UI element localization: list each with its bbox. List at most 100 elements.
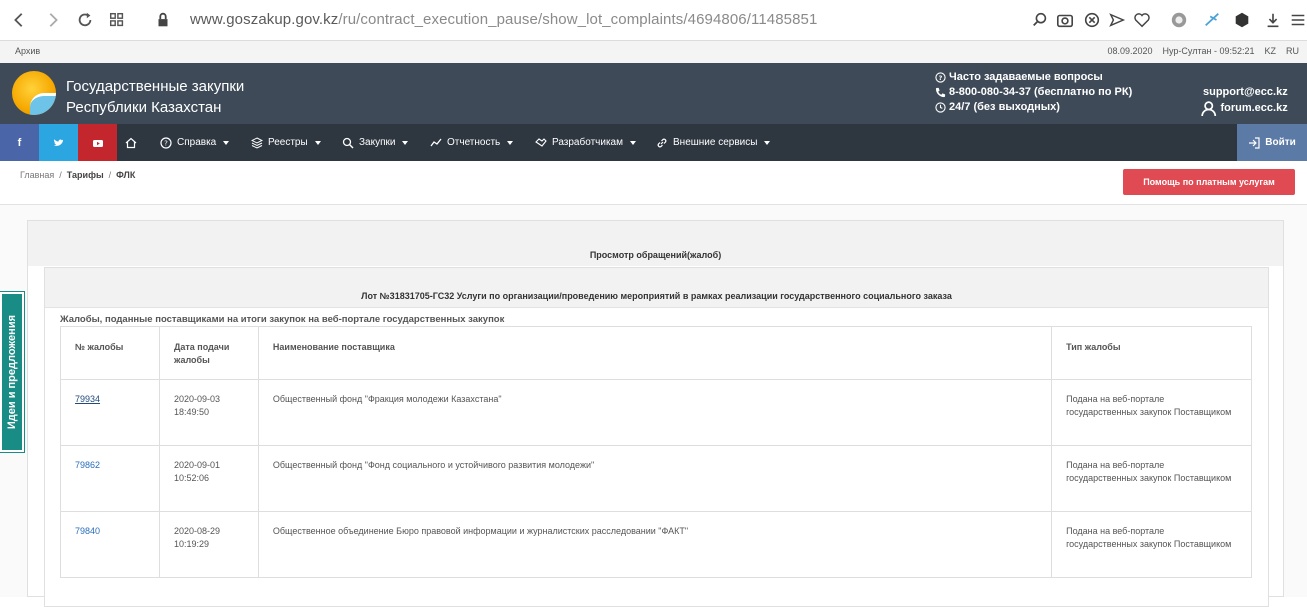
lock-icon [152,9,174,31]
forward-icon[interactable] [42,9,64,31]
back-icon[interactable] [8,9,30,31]
contacts-block: ? Часто задаваемые вопросы 8-800-080-34-3… [935,70,1132,115]
caret-down-icon [223,140,230,145]
lot-title: Лот №31831705-ГС32 Услуги по организации… [45,268,1268,308]
ideas-feedback-tab[interactable]: Идеи и предложения [0,292,24,452]
tabs-grid-icon[interactable] [106,9,128,31]
forum-link[interactable]: forum.ecc.kz [1220,101,1287,116]
col-header-supplier: Наименование поставщика [257,326,1053,380]
complaint-type: Подана на веб-портале государственных за… [1051,379,1252,446]
handshake-icon [535,137,547,147]
table-row: 79934 2020-09-03 18:49:50 Общественный фо… [60,379,1252,446]
layers-icon [251,136,263,149]
heart-icon[interactable] [1133,11,1151,29]
top-info-strip: Архив 08.09.2020 Нур-Султан - 09:52:21 K… [0,41,1307,63]
site-title-line2: Республики Казахстан [66,99,222,116]
send-icon[interactable] [1108,11,1126,29]
city-time: Нур-Султан - 09:52:21 [1162,46,1255,56]
complaint-time: 10:19:29 [173,539,209,549]
archive-link[interactable]: Архив [15,46,40,56]
caret-down-icon [314,140,321,145]
site-header: Государственные закупки Республики Казах… [0,63,1307,124]
nav-label: Внешние сервисы [673,137,758,148]
breadcrumb-flk: ФЛК [116,170,136,180]
complaint-number-link[interactable]: 79934 [75,394,100,404]
nav-label: Справка [177,137,217,148]
site-title[interactable]: Государственные закупки Республики Казах… [66,76,244,118]
supplier-name: Общественный фонд "Фракция молодежи Каза… [257,379,1053,446]
complaint-type: Подана на веб-портале государственных за… [1051,445,1252,512]
col-header-date: Дата подачи жалобы [158,326,259,380]
main-navbar: f ? Справка Реестры Закупки Отчетность Р… [0,124,1307,161]
table-row: 79862 2020-09-01 10:52:06 Общественный фо… [60,445,1252,512]
table-header-row: № жалобы Дата подачи жалобы Наименование… [60,326,1252,380]
sign-in-icon [1249,136,1260,149]
site-logo[interactable] [12,71,56,115]
camera-icon[interactable] [1056,11,1074,29]
caret-down-icon [402,140,409,145]
support-hours: 24/7 (без выходных) [949,101,1060,113]
phone-number: 8-800-080-34-37 (бесплатно по РК) [949,86,1133,98]
user-icon [1201,101,1217,117]
login-button[interactable]: Войти [1237,124,1307,161]
complaints-panel: Просмотр обращений(жалоб) Лот №31831705-… [27,220,1284,607]
menu-icon[interactable] [1289,11,1307,29]
site-title-line1: Государственные закупки [66,78,245,95]
nav-zakupki[interactable]: Закупки [342,124,409,161]
faq-link[interactable]: Часто задаваемые вопросы [949,70,1103,85]
url-path: /ru/contract_execution_pause/show_lot_co… [338,11,818,28]
line-chart-icon [430,138,442,146]
zoom-icon[interactable] [1031,11,1049,29]
nav-label: Отчетность [447,137,501,148]
caret-down-icon [764,140,771,145]
nav-spravka[interactable]: ? Справка [160,124,230,161]
nav-label: Разработчикам [552,137,623,148]
search-icon [342,137,354,148]
supplier-name: Общественное объединение Бюро правовой и… [257,511,1053,578]
complaint-time: 10:52:06 [173,473,209,483]
cube-icon[interactable] [1233,11,1251,29]
reload-icon[interactable] [74,9,96,31]
twitter-icon[interactable] [39,124,78,161]
complaint-date-cell: 2020-09-03 18:49:50 [158,379,259,446]
breadcrumb: Главная / Тарифы / ФЛК [20,170,135,180]
nav-reestry[interactable]: Реестры [251,124,321,161]
paid-services-help-button[interactable]: Помощь по платным услугам [1123,169,1295,195]
home-icon[interactable] [125,124,137,161]
download-icon[interactable] [1264,11,1282,29]
nav-label: Закупки [359,137,396,148]
nav-razrabotchikam[interactable]: Разработчикам [535,124,636,161]
svg-text:?: ? [164,139,168,147]
breadcrumb-separator: / [108,170,112,180]
youtube-icon[interactable] [78,124,117,161]
contacts-block-2: support@ecc.kz forum.ecc.kz [1200,85,1288,117]
breadcrumb-separator: / [59,170,62,180]
complaint-date-cell: 2020-09-01 10:52:06 [158,445,259,512]
complaint-date-cell: 2020-08-29 10:19:29 [158,511,259,578]
clock-icon [935,102,946,113]
col-header-number: № жалобы [60,326,160,380]
lang-kz[interactable]: KZ [1264,46,1276,56]
extension-icon[interactable] [1170,11,1188,29]
support-email[interactable]: support@ecc.kz [1203,85,1288,100]
browser-toolbar: www.goszakup.gov.kz/ru/contract_executio… [0,0,1307,41]
url-host: www.goszakup.gov.kz [190,11,339,28]
breadcrumb-home[interactable]: Главная [20,170,54,180]
caret-down-icon [629,140,636,145]
vpn-icon[interactable] [1203,11,1221,29]
complaints-table: № жалобы Дата подачи жалобы Наименование… [60,326,1252,578]
current-date: 08.09.2020 [1107,46,1153,56]
svg-text:?: ? [939,74,943,82]
nav-vneshnie-servisy[interactable]: Внешние сервисы [656,124,771,161]
complaint-number-link[interactable]: 79840 [75,526,100,536]
caret-down-icon [507,140,514,145]
address-bar[interactable]: www.goszakup.gov.kz/ru/contract_executio… [190,11,817,28]
nav-otchetnost[interactable]: Отчетность [430,124,514,161]
facebook-icon[interactable]: f [0,124,39,161]
complaint-number-link[interactable]: 79862 [75,460,100,470]
block-icon[interactable] [1083,11,1101,29]
complaint-date: 2020-09-03 [173,394,220,404]
col-header-type: Тип жалобы [1051,326,1252,380]
lang-ru[interactable]: RU [1286,46,1299,56]
breadcrumb-tariffs[interactable]: Тарифы [67,170,104,180]
